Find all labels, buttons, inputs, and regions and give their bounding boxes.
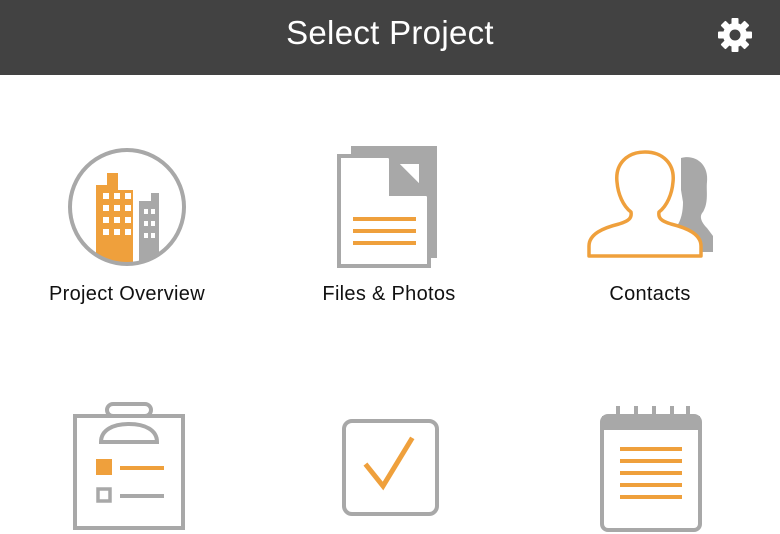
notes-tile[interactable] [530,400,770,534]
files-photos-tile[interactable]: Files & Photos [269,140,509,310]
checkbox-icon [342,419,439,516]
tile-label: Project Overview [49,283,205,305]
project-overview-tile[interactable]: Project Overview [7,140,247,310]
task-list-tile[interactable] [7,400,247,534]
checklist-tile[interactable] [269,400,509,534]
tile-label: Contacts [609,283,691,305]
app-header: Select Project [0,0,780,75]
document-icon [337,146,437,268]
buildings-icon [68,148,186,266]
people-icon [587,150,713,258]
page-title: Select Project [286,14,494,51]
gear-icon [718,18,752,52]
settings-button[interactable] [712,14,758,56]
notepad-icon [600,406,702,532]
tile-label: Files & Photos [322,283,456,305]
clipboard-list-icon [73,402,185,530]
contacts-tile[interactable]: Contacts [530,140,770,310]
